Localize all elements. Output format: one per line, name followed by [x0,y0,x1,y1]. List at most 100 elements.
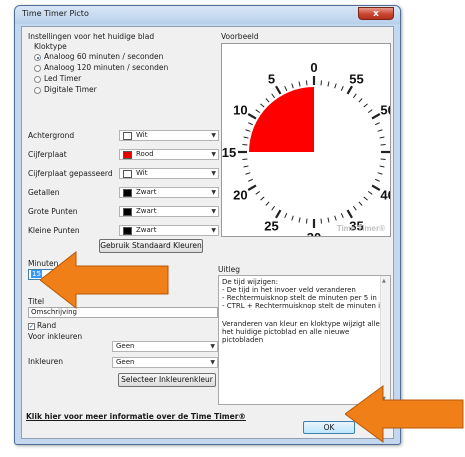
minor-tick [367,190,373,195]
color-select-dial-passed[interactable]: Wit ▼ [119,168,219,179]
minor-tick [265,98,270,103]
minor-tick [305,218,308,224]
chevron-down-icon: ▼ [211,151,216,158]
brand-text: Time Timer® [337,224,385,233]
color-swatch [123,208,132,216]
minor-tick [260,103,265,108]
minor-tick [320,218,323,224]
color-label-small-dots: Kleine Punten [28,226,80,235]
color-label-numbers: Getallen [28,188,60,197]
chevron-down-icon: ▼ [211,208,216,215]
clock-face: 0555045403530252015105 Time Timer® [222,60,406,245]
chevron-down-icon: ▼ [211,227,216,234]
chevron-down-icon: ▼ [210,359,215,366]
radio-label-analog-120[interactable]: Analoog 120 minuten / seconden [44,63,168,72]
minor-tick [260,196,265,201]
dial-number: 55 [349,71,363,86]
minor-tick [284,86,288,91]
minor-tick [340,213,344,218]
radio-digital-timer[interactable] [34,87,41,94]
minor-tick [255,109,261,114]
select-value: Wit [136,169,148,177]
explanation-line: De tijd wijzigen: [222,278,279,286]
clock-type-label: Kloktype [34,42,67,51]
inkleuren-select[interactable]: Geen ▼ [112,357,218,368]
dial-number: 50 [380,103,390,118]
color-select-numbers[interactable]: Zwart ▼ [119,187,219,198]
select-fill-color-button[interactable]: Selecteer Inkleurenkleur [118,373,216,387]
color-label-big-dots: Grote Punten [28,207,78,216]
border-checkbox[interactable]: ✓ [28,323,35,330]
inkleuren-label: Inkleuren [28,357,64,366]
minor-tick [352,93,357,99]
settings-heading: Instellingen voor het huidige blad [28,32,155,41]
color-swatch [123,151,132,159]
dial-number: 30 [307,230,321,236]
select-value: Geen [116,358,135,366]
voor-inkleuren-select[interactable]: Geen ▼ [112,341,218,352]
minor-tick [377,129,383,132]
minor-tick [284,213,288,218]
color-select-big-dots[interactable]: Zwart ▼ [119,206,219,217]
select-value: Zwart [136,207,157,215]
scroll-up-icon[interactable]: ▲ [382,278,386,284]
dial-number: 0 [310,60,317,75]
voor-inkleuren-label: Voor inkleuren [28,332,83,341]
minor-tick [379,165,385,168]
arrow-annotation-ok [345,385,464,443]
dialog-body: Instellingen voor het huidige blad Klokt… [21,26,406,439]
dialog-window: Time Timer Picto x Instellingen voor het… [14,5,406,445]
minor-tick [377,172,383,175]
radio-label-analog-60[interactable]: Analoog 60 minuten / seconden [44,52,163,61]
explanation-line: - CTRL + Rechtermuisknop stelt de minute… [222,302,385,310]
minor-tick [243,136,249,139]
minor-tick [379,136,385,139]
color-select-small-dots[interactable]: Zwart ▼ [119,225,219,236]
explanation-label: Uitleg [218,265,240,274]
major-tick [371,184,381,191]
timer-preview: 0555045403530252015105 Time Timer® [221,43,406,245]
color-select-background[interactable]: Wit ▼ [119,130,219,141]
minor-tick [248,178,253,182]
minor-tick [255,190,261,195]
info-link[interactable]: Klik hier voor meer informatie over de T… [26,412,246,421]
minor-tick [363,196,368,201]
color-swatch [123,132,132,140]
explanation-line: pictobladen [222,336,264,344]
chevron-down-icon: ▼ [211,170,216,177]
border-label[interactable]: Rand [37,321,56,330]
major-tick [346,209,353,219]
minor-tick [271,93,276,99]
minor-tick [245,129,251,132]
radio-label-digital-timer[interactable]: Digitale Timer [44,85,97,94]
radio-analog-60[interactable] [34,54,41,61]
select-value: Geen [116,342,135,350]
radio-led-timer[interactable] [34,76,41,83]
chevron-down-icon: ▼ [210,343,215,350]
major-tick [275,85,282,95]
minor-tick [327,217,330,223]
major-tick [371,113,381,120]
minor-tick [305,80,308,86]
minor-tick [375,122,380,126]
radio-analog-120[interactable] [34,65,41,72]
title-bar[interactable]: Time Timer Picto x [15,6,400,24]
explanation-line: - De tijd in het invoer veld veranderen [222,286,356,294]
close-button[interactable]: x [358,7,394,20]
color-label-background: Achtergrond [28,131,75,140]
minor-tick [265,201,270,206]
minor-tick [380,143,386,146]
dial-number: 15 [222,145,236,160]
color-label-dial-passed: Cijferplaat gepasseerd [28,169,113,178]
color-select-dial[interactable]: Rood ▼ [119,149,219,160]
select-value: Wit [136,131,148,139]
radio-label-led-timer[interactable]: Led Timer [44,74,81,83]
explanation-line: - Rechtermuisknop stelt de minuten per 5… [222,294,377,302]
minor-tick [298,81,301,87]
major-tick [275,209,282,219]
minor-tick [352,205,357,211]
minor-tick [363,103,368,108]
color-label-dial: Cijferplaat [28,150,67,159]
minor-tick [291,215,294,221]
minor-tick [298,217,301,223]
